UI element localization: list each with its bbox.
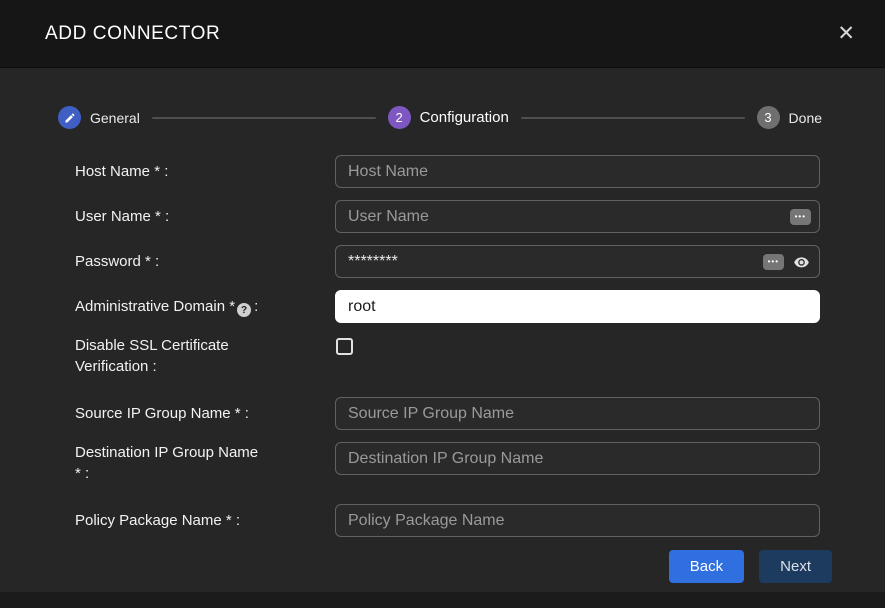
modal-bottom-edge [0, 592, 885, 608]
source-ip-group-input[interactable] [335, 397, 820, 430]
step-done[interactable]: 3 Done [757, 106, 822, 129]
pencil-icon [58, 106, 81, 129]
host-name-input[interactable] [335, 155, 820, 188]
step-configuration-label: Configuration [420, 109, 509, 126]
user-name-row: User Name * : ••• [75, 200, 820, 233]
host-name-label: Host Name * : [75, 161, 335, 182]
ssl-label-line2: Verification : [75, 356, 325, 377]
password-input[interactable] [335, 245, 820, 278]
policy-package-label: Policy Package Name * : [75, 510, 335, 531]
next-button[interactable]: Next [759, 550, 832, 583]
policy-package-input[interactable] [335, 504, 820, 537]
stepper-line [152, 117, 376, 119]
destination-ip-group-control [335, 442, 820, 475]
host-name-row: Host Name * : [75, 155, 820, 188]
source-ip-group-label: Source IP Group Name * : [75, 403, 335, 424]
admin-domain-row: Administrative Domain *?: [75, 290, 820, 323]
policy-package-control [335, 504, 820, 537]
stepper: General 2 Configuration 3 Done [58, 106, 822, 129]
modal-header: ADD CONNECTOR ✕ [0, 0, 885, 68]
source-ip-group-row: Source IP Group Name * : [75, 397, 820, 430]
user-name-label: User Name * : [75, 206, 335, 227]
destination-ip-group-label: Destination IP Group Name * : [75, 442, 335, 484]
ellipsis-icon[interactable]: ••• [763, 254, 784, 270]
destination-ip-group-input[interactable] [335, 442, 820, 475]
password-control: ••• [335, 245, 820, 278]
destination-ip-group-row: Destination IP Group Name * : [75, 442, 820, 484]
ellipsis-icon[interactable]: ••• [790, 209, 811, 225]
admin-domain-label-text: Administrative Domain * [75, 298, 235, 315]
connector-form: Host Name * : User Name * : ••• Password… [75, 155, 820, 537]
step-general-label: General [90, 110, 140, 126]
admin-domain-input[interactable] [335, 290, 820, 323]
source-ip-group-control [335, 397, 820, 430]
ssl-verification-checkbox[interactable] [336, 338, 353, 355]
user-name-input[interactable] [335, 200, 820, 233]
dest-ip-label-line2: * : [75, 463, 325, 484]
page-title: ADD CONNECTOR [45, 23, 220, 45]
admin-domain-label: Administrative Domain *?: [75, 296, 335, 318]
password-label: Password * : [75, 251, 335, 272]
help-icon[interactable]: ? [237, 303, 251, 317]
close-icon[interactable]: ✕ [831, 19, 861, 48]
step-done-label: Done [789, 110, 822, 126]
footer-actions: Back Next [0, 550, 832, 583]
admin-domain-colon: : [254, 298, 258, 315]
step-general[interactable]: General [58, 106, 140, 129]
step-configuration[interactable]: 2 Configuration [388, 106, 509, 129]
ssl-verification-label: Disable SSL Certificate Verification : [75, 335, 335, 377]
ssl-verification-row: Disable SSL Certificate Verification : [75, 335, 820, 377]
ssl-label-line1: Disable SSL Certificate [75, 335, 325, 356]
ssl-verification-control [335, 335, 820, 360]
user-name-control: ••• [335, 200, 820, 233]
step-3-badge: 3 [757, 106, 780, 129]
policy-package-row: Policy Package Name * : [75, 504, 820, 537]
add-connector-modal: ADD CONNECTOR ✕ General 2 Configuration … [0, 0, 885, 583]
password-row: Password * : ••• [75, 245, 820, 278]
eye-icon[interactable] [790, 253, 812, 271]
stepper-line [521, 117, 745, 119]
step-2-badge: 2 [388, 106, 411, 129]
back-button[interactable]: Back [669, 550, 744, 583]
host-name-control [335, 155, 820, 188]
dest-ip-label-line1: Destination IP Group Name [75, 442, 325, 463]
admin-domain-control [335, 290, 820, 323]
